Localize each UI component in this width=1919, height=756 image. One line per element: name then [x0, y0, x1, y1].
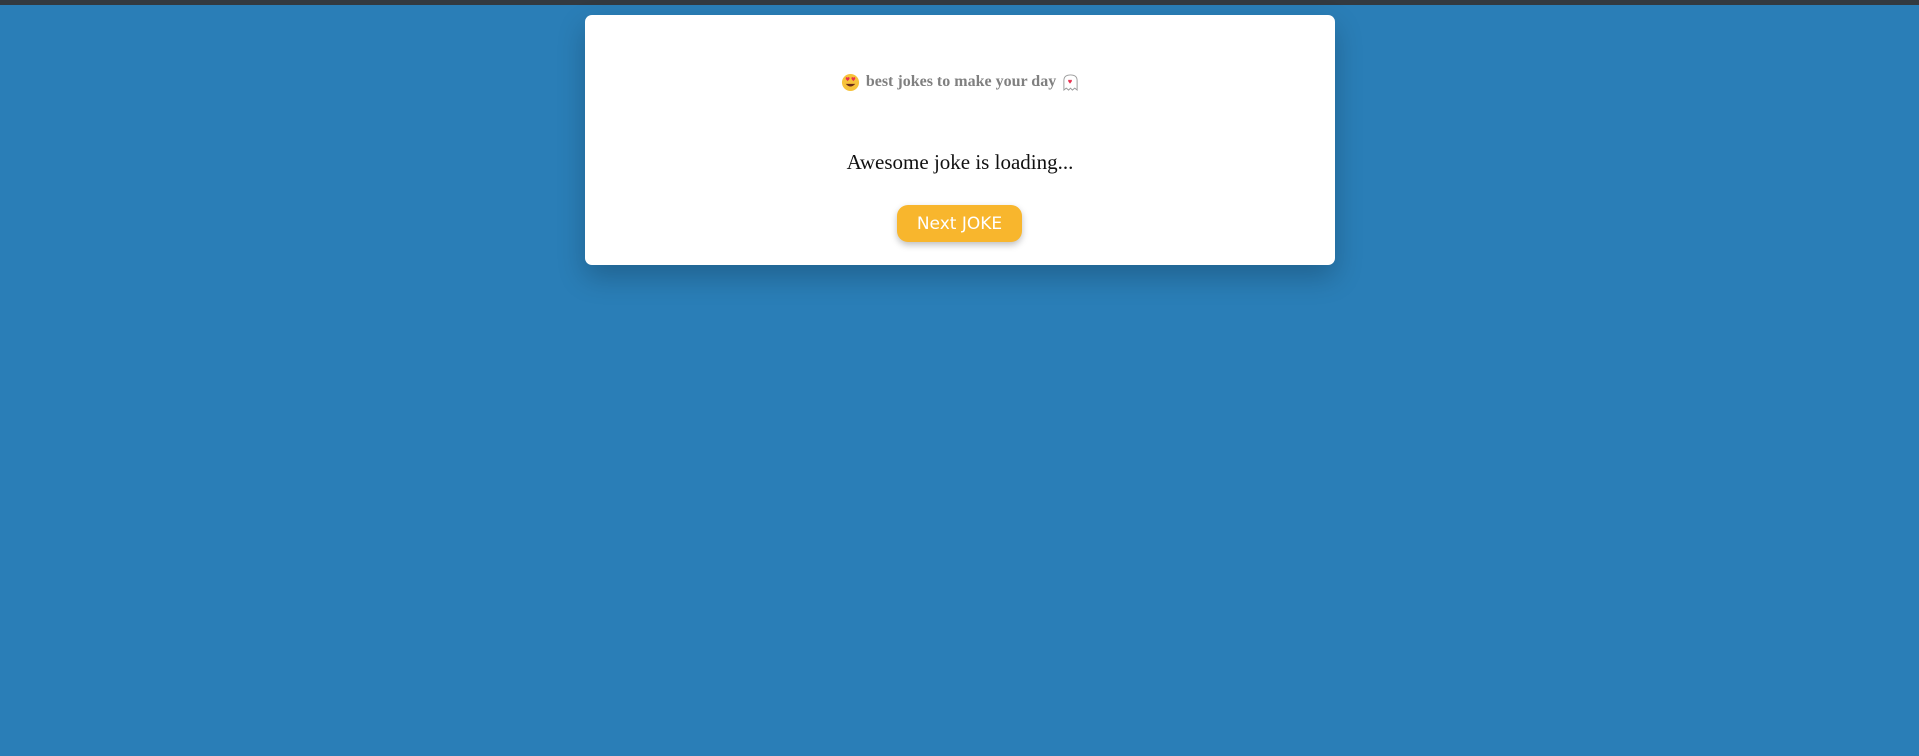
ghost-with-heart-icon: [1063, 73, 1078, 91]
smiling-face-with-heart-eyes-icon: [841, 73, 859, 91]
joke-card: best jokes to make your day Awesome joke…: [585, 15, 1335, 265]
header-title: best jokes to make your day: [865, 73, 1057, 90]
card-header: best jokes to make your day: [585, 70, 1335, 94]
browser-top-bar: [0, 0, 1919, 5]
next-joke-button[interactable]: Next JOKE: [897, 205, 1022, 242]
joke-text: Awesome joke is loading...: [846, 150, 1074, 174]
